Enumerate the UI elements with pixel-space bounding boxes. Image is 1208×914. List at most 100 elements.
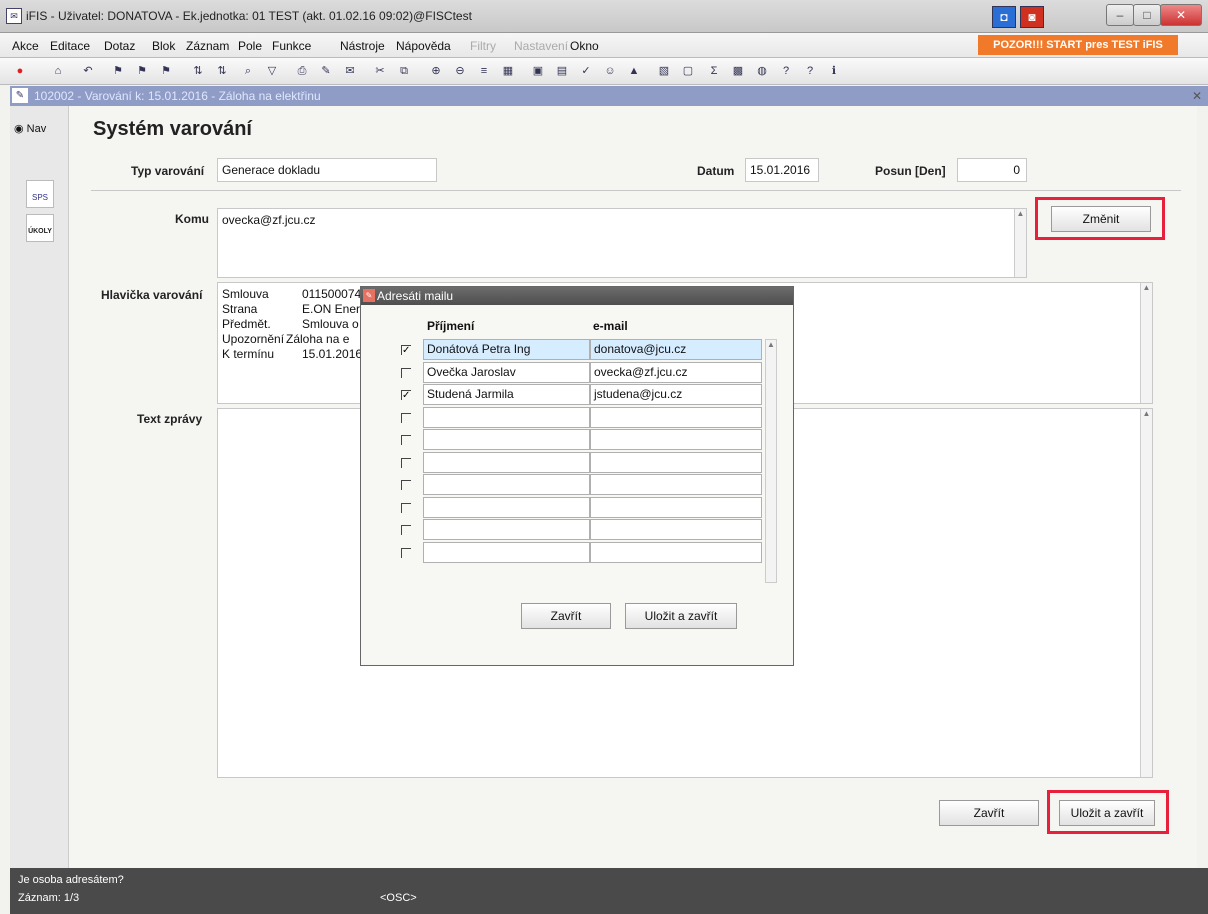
datum-label: Datum xyxy=(697,164,735,178)
sps-icon[interactable]: SPS xyxy=(26,180,54,208)
recipient-email-cell[interactable] xyxy=(590,541,762,563)
sort-asc-icon[interactable]: ⇅ xyxy=(190,63,206,79)
row-checkbox[interactable] xyxy=(401,502,411,513)
ukoly-icon[interactable]: ÚKOLY xyxy=(26,214,54,242)
datum-field[interactable]: 15.01.2016 xyxy=(745,158,819,182)
komu-textarea[interactable]: ovecka@zf.jcu.cz ▲ xyxy=(217,208,1027,278)
recipient-email-cell[interactable]: ovecka@zf.jcu.cz xyxy=(590,361,762,383)
menu-zaznam[interactable]: Záznam xyxy=(186,39,229,53)
grid-icon[interactable]: ▦ xyxy=(500,63,516,79)
menu-funkce[interactable]: Funkce xyxy=(272,39,311,53)
recipient-name-cell[interactable] xyxy=(423,406,590,428)
recipient-email-cell[interactable] xyxy=(590,496,762,518)
test-warning-badge: POZOR!!! START pres TEST iFIS xyxy=(978,35,1178,55)
maximize-button[interactable]: □ xyxy=(1133,4,1161,26)
undo-icon[interactable]: ↶ xyxy=(80,63,96,79)
recipient-name-cell[interactable] xyxy=(423,519,590,540)
hlavicka-key: Smlouva xyxy=(222,287,269,301)
menu-akce[interactable]: Akce xyxy=(12,39,39,53)
users-icon[interactable]: ☺ xyxy=(602,63,618,79)
nav-toggle[interactable]: ◉ Nav xyxy=(14,122,46,135)
row-checkbox[interactable] xyxy=(401,480,411,490)
sum-icon[interactable]: Σ xyxy=(706,63,722,79)
delete-record-icon[interactable]: ⊖ xyxy=(452,63,468,79)
recipient-name-cell[interactable] xyxy=(423,496,590,518)
menu-okno[interactable]: Okno xyxy=(570,39,599,53)
menu-pole[interactable]: Pole xyxy=(238,39,262,53)
minimize-button[interactable]: – xyxy=(1106,4,1134,26)
zavrit-button[interactable]: Zavřít xyxy=(939,800,1039,826)
row-checkbox[interactable] xyxy=(401,367,411,378)
recipient-email-cell[interactable] xyxy=(590,474,762,495)
app-tray-icon[interactable]: ◘ xyxy=(992,6,1016,28)
recipient-name-cell[interactable] xyxy=(423,451,590,473)
calc-icon[interactable]: ▢ xyxy=(680,63,696,79)
komu-scrollbar[interactable]: ▲ xyxy=(1014,209,1026,277)
help-icon[interactable]: ? xyxy=(778,63,794,79)
recipient-name-cell[interactable] xyxy=(423,429,590,450)
cut-icon[interactable]: ✂ xyxy=(372,63,388,79)
hlavicka-scrollbar[interactable]: ▲ xyxy=(1140,283,1152,403)
hlavicka-value: Smlouva o xyxy=(302,317,359,331)
recipient-name-cell[interactable] xyxy=(423,474,590,495)
row-checkbox[interactable] xyxy=(401,547,411,558)
recipient-name-cell[interactable]: Donátová Petra Ing xyxy=(423,339,590,360)
close-button[interactable]: ✕ xyxy=(1160,4,1202,26)
menu-editace[interactable]: Editace xyxy=(50,39,90,53)
menu-nastroje[interactable]: Nástroje xyxy=(340,39,385,53)
recipient-name-cell[interactable]: Studená Jarmila xyxy=(423,384,590,405)
text-zpravy-scrollbar[interactable]: ▲ xyxy=(1140,409,1152,777)
warning-icon[interactable]: ▲ xyxy=(626,63,642,79)
folder-icon[interactable]: ▣ xyxy=(530,63,546,79)
print-icon[interactable]: ⎙ xyxy=(294,63,310,79)
row-checkbox[interactable] xyxy=(401,412,411,423)
filter-icon[interactable]: ▽ xyxy=(264,63,280,79)
document-icon[interactable]: ▤ xyxy=(554,63,570,79)
chart-icon[interactable]: ▧ xyxy=(656,63,672,79)
menu-blok[interactable]: Blok xyxy=(152,39,175,53)
recipient-email-cell[interactable] xyxy=(590,451,762,473)
posun-field[interactable]: 0 xyxy=(957,158,1027,182)
row-checkbox[interactable]: ✓ xyxy=(401,390,411,401)
recipient-email-cell[interactable] xyxy=(590,429,762,450)
dialog-ulozit-button[interactable]: Uložit a zavřít xyxy=(625,603,737,629)
globe-icon[interactable]: ◍ xyxy=(754,63,770,79)
menu-filtry: Filtry xyxy=(470,39,496,53)
query-icon[interactable]: ⚑ xyxy=(110,63,126,79)
rss-icon[interactable]: ◙ xyxy=(1020,6,1044,28)
execute-icon[interactable]: ⚑ xyxy=(134,63,150,79)
info-icon[interactable]: ℹ xyxy=(826,63,842,79)
recipient-name-cell[interactable] xyxy=(423,541,590,563)
menu-dotaz[interactable]: Dotaz xyxy=(104,39,135,53)
list-icon[interactable]: ≡ xyxy=(476,63,492,79)
recipient-email-cell[interactable]: jstudena@jcu.cz xyxy=(590,384,762,405)
cancel-query-icon[interactable]: ⚑ xyxy=(158,63,174,79)
recipient-email-cell[interactable]: donatova@jcu.cz xyxy=(590,339,762,360)
dialog-zavrit-button[interactable]: Zavřít xyxy=(521,603,611,629)
edit-icon[interactable]: ✎ xyxy=(318,63,334,79)
insert-record-icon[interactable]: ⊕ xyxy=(428,63,444,79)
row-checkbox[interactable] xyxy=(401,457,411,468)
mail-icon[interactable]: ✉ xyxy=(342,63,358,79)
exit-icon[interactable]: ● xyxy=(12,63,28,79)
row-checkbox[interactable]: ✓ xyxy=(401,345,411,356)
menu-napoveda[interactable]: Nápověda xyxy=(396,39,451,53)
recipient-name-cell[interactable]: Ovečka Jaroslav xyxy=(423,361,590,383)
recipient-email-cell[interactable] xyxy=(590,406,762,428)
dialog-app-icon: ✎ xyxy=(363,289,375,302)
sort-desc-icon[interactable]: ⇅ xyxy=(214,63,230,79)
search-icon[interactable]: ⌕ xyxy=(240,63,256,79)
table-icon[interactable]: ▩ xyxy=(730,63,746,79)
recipient-email-cell[interactable] xyxy=(590,519,762,540)
copy-icon[interactable]: ⧉ xyxy=(396,63,412,79)
form-close-icon[interactable]: ✕ xyxy=(1192,89,1202,103)
context-help-icon[interactable]: ? xyxy=(802,63,818,79)
dialog-scrollbar[interactable]: ▲ xyxy=(765,339,777,583)
typ-varovani-field[interactable]: Generace dokladu xyxy=(217,158,437,182)
save-icon[interactable]: ⌂ xyxy=(50,63,66,79)
check-icon[interactable]: ✓ xyxy=(578,63,594,79)
hlavicka-key: K termínu xyxy=(222,347,275,361)
row-checkbox[interactable] xyxy=(401,525,411,535)
row-checkbox[interactable] xyxy=(401,435,411,445)
komu-label: Komu xyxy=(175,212,209,226)
